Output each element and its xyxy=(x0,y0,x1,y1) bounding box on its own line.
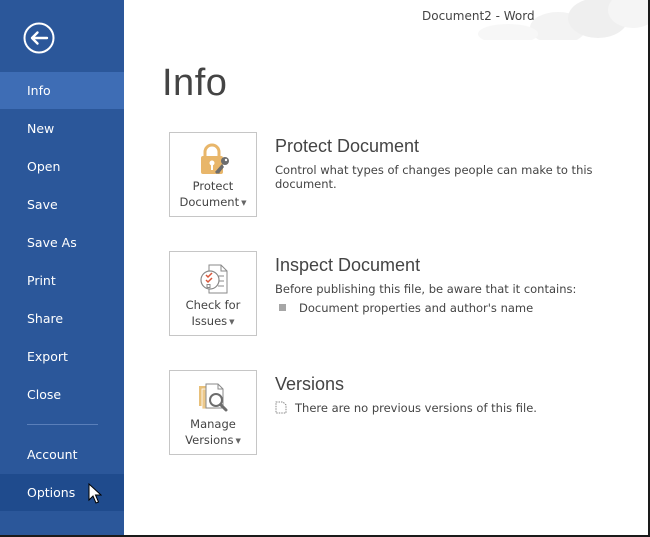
bullet-square-icon xyxy=(279,304,286,311)
section-heading: Inspect Document xyxy=(275,255,421,275)
section-heading: Protect Document xyxy=(275,136,420,156)
sidebar-item-options[interactable]: Options xyxy=(0,474,124,511)
back-arrow-icon xyxy=(23,22,55,54)
sidebar-item-label: New xyxy=(27,121,55,136)
sidebar-item-label: Save As xyxy=(27,235,77,250)
backstage-window: Info New Open Save Save As Print Share E… xyxy=(0,0,648,535)
backstage-sidebar: Info New Open Save Save As Print Share E… xyxy=(0,0,124,535)
section-description-row: There are no previous versions of this f… xyxy=(275,401,537,415)
window-title: Document2 - Word xyxy=(422,9,535,23)
sidebar-item-label: Options xyxy=(27,485,76,500)
tile-label: Check for Issues ▼ xyxy=(170,297,256,330)
mouse-cursor-icon xyxy=(88,483,102,504)
tile-label-line1: Check for xyxy=(185,298,241,312)
sidebar-item-share[interactable]: Share xyxy=(0,300,124,337)
versions-magnifier-icon xyxy=(199,383,228,412)
tile-label: Manage Versions ▼ xyxy=(170,416,256,449)
sidebar-item-account[interactable]: Account xyxy=(0,436,124,473)
section-description: Before publishing this file, be aware th… xyxy=(275,282,577,296)
section-description: There are no previous versions of this f… xyxy=(295,401,537,415)
dropdown-caret-icon: ▼ xyxy=(235,436,241,445)
sidebar-item-label: Info xyxy=(27,83,51,98)
tile-label-line2: Versions xyxy=(185,433,234,447)
page-title: Info xyxy=(162,62,228,104)
document-dotted-icon xyxy=(275,401,287,414)
tile-label-line1: Protect xyxy=(192,179,234,193)
checklist-document-icon xyxy=(200,264,228,294)
sidebar-item-export[interactable]: Export xyxy=(0,338,124,375)
sidebar-item-new[interactable]: New xyxy=(0,110,124,147)
dropdown-caret-icon: ▼ xyxy=(229,317,235,326)
sidebar-item-label: Open xyxy=(27,159,61,174)
sidebar-item-save[interactable]: Save xyxy=(0,186,124,223)
sidebar-item-save-as[interactable]: Save As xyxy=(0,224,124,261)
tile-label-line2: Document xyxy=(179,195,240,209)
tile-label: Protect Document ▼ xyxy=(170,178,256,211)
tile-label-line1: Manage xyxy=(190,417,236,431)
lock-key-icon xyxy=(201,143,229,174)
sidebar-item-close[interactable]: Close xyxy=(0,376,124,413)
tile-label-line2: Issues xyxy=(191,314,228,328)
sidebar-item-open[interactable]: Open xyxy=(0,148,124,185)
dropdown-caret-icon: ▼ xyxy=(241,198,247,207)
sidebar-item-label: Close xyxy=(27,387,62,402)
sidebar-divider xyxy=(27,424,98,425)
sidebar-item-label: Account xyxy=(27,447,78,462)
title-bar: Document2 - Word xyxy=(124,0,648,40)
protect-document-button[interactable]: Protect Document ▼ xyxy=(169,132,257,217)
section-heading: Versions xyxy=(275,374,345,394)
sidebar-item-label: Share xyxy=(27,311,64,326)
sidebar-item-label: Export xyxy=(27,349,68,364)
back-button[interactable] xyxy=(23,22,55,54)
sidebar-item-info[interactable]: Info xyxy=(0,72,124,109)
check-for-issues-button[interactable]: Check for Issues ▼ xyxy=(169,251,257,336)
manage-versions-button[interactable]: Manage Versions ▼ xyxy=(169,370,257,455)
sidebar-item-print[interactable]: Print xyxy=(0,262,124,299)
sidebar-item-label: Print xyxy=(27,273,56,288)
section-description: Control what types of changes people can… xyxy=(275,163,593,191)
bullet-text: Document properties and author's name xyxy=(299,301,534,315)
inspect-bullet-item: Document properties and author's name xyxy=(279,301,533,315)
sidebar-item-label: Save xyxy=(27,197,58,212)
